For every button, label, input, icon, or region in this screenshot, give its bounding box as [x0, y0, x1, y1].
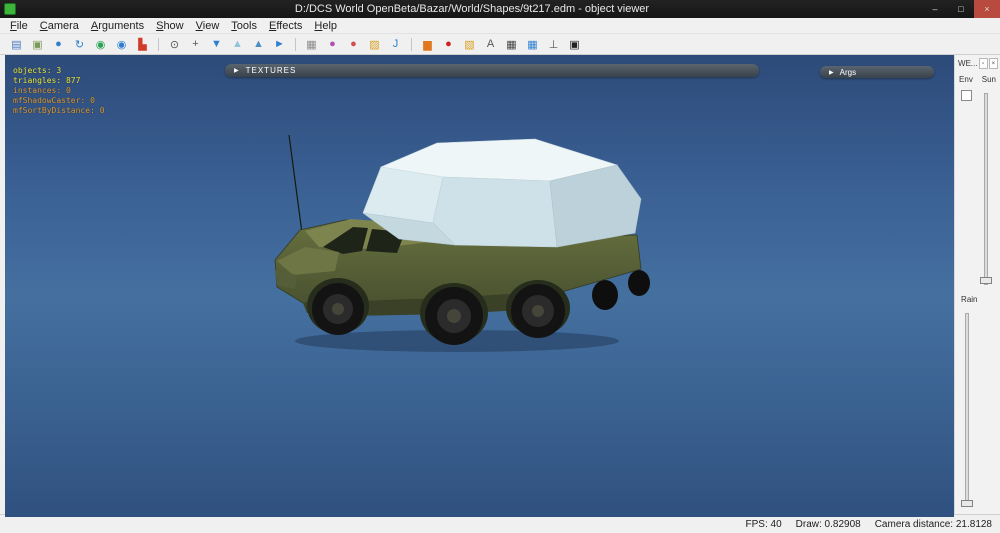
refresh-icon[interactable]: ↻	[70, 36, 89, 53]
menu-arguments[interactable]: Arguments	[85, 20, 150, 32]
stat-shadow-caster: mfShadowCaster: 0	[13, 96, 95, 105]
weather-panel: WE... ▫ × Env Sun Rain	[954, 55, 1000, 514]
folder-icon[interactable]: ▨	[365, 36, 384, 53]
image-icon[interactable]: ▦	[302, 36, 321, 53]
truck-model	[274, 134, 650, 352]
axis-icon[interactable]: ⊥	[544, 36, 563, 53]
locate-icon[interactable]: ⊙	[165, 36, 184, 53]
sun-label: Sun	[981, 75, 996, 84]
textures-panel-header[interactable]: ▶ TEXTURES	[225, 64, 759, 77]
find-text-icon[interactable]: A	[481, 36, 500, 53]
viewport[interactable]: objects: 3 triangles: 877 instances: 0 m…	[5, 55, 955, 517]
main-area: objects: 3 triangles: 877 instances: 0 m…	[0, 55, 1000, 517]
menu-tools[interactable]: Tools	[225, 20, 263, 32]
cone-icon[interactable]: ▲	[228, 36, 247, 53]
object-viewer-window: D:/DCS World OpenBeta/Bazar/World/Shapes…	[0, 0, 1000, 533]
save-icon[interactable]: ▤	[7, 36, 26, 53]
menu-camera[interactable]: Camera	[34, 20, 85, 32]
toolbar-separator	[295, 37, 296, 51]
record-icon[interactable]: ●	[439, 36, 458, 53]
sun-slider-track	[984, 93, 989, 285]
stat-triangles: triangles: 877	[13, 76, 81, 85]
toolbar-separator	[411, 37, 412, 51]
material-ball-icon[interactable]: ●	[323, 36, 342, 53]
sun-slider[interactable]	[979, 91, 993, 287]
toolbar-separator	[158, 37, 159, 51]
spline-icon[interactable]: J	[386, 36, 405, 53]
menu-show[interactable]: Show	[150, 20, 190, 32]
status-draw: Draw: 0.82908	[795, 518, 861, 530]
pdf-icon[interactable]: ▙	[133, 36, 152, 53]
stat-instances: instances: 0	[13, 86, 71, 95]
toolbar: ▤ ▣ ● ↻ ◉ ◉ ▙ ⊙ + ▼ ▲ ▲ ► ▦ ● ● ▨ J ▆ ● …	[0, 34, 1000, 55]
folder-search-icon[interactable]: ▧	[460, 36, 479, 53]
weather-panel-header: WE... ▫ ×	[958, 58, 998, 69]
globe-blue-icon[interactable]: ◉	[112, 36, 131, 53]
grid-blue-icon[interactable]: ▦	[523, 36, 542, 53]
maximize-button[interactable]: □	[948, 0, 974, 18]
weather-panel-dock-icon[interactable]: ▫	[978, 58, 988, 69]
status-camera-distance: Camera distance: 21.8128	[874, 518, 992, 530]
titlebar: D:/DCS World OpenBeta/Bazar/World/Shapes…	[0, 0, 1000, 18]
menu-file[interactable]: File	[4, 20, 34, 32]
args-panel-header[interactable]: ▶ Args	[820, 66, 934, 78]
menu-effects[interactable]: Effects	[263, 20, 308, 32]
args-panel-label: Args	[839, 67, 857, 77]
filter-icon[interactable]: ▼	[207, 36, 226, 53]
weather-panel-close-icon[interactable]: ×	[988, 58, 998, 69]
rain-slider[interactable]	[960, 311, 974, 507]
menu-view[interactable]: View	[190, 20, 226, 32]
textures-panel-label: TEXTURES	[245, 66, 297, 75]
app-icon	[4, 3, 16, 15]
window-title: D:/DCS World OpenBeta/Bazar/World/Shapes…	[294, 3, 650, 15]
spotlight-icon[interactable]: ▲	[249, 36, 268, 53]
env-checkbox[interactable]	[961, 90, 973, 101]
globe-green-icon[interactable]: ◉	[91, 36, 110, 53]
expand-arrow-icon: ▶	[234, 68, 240, 74]
rain-label: Rain	[961, 295, 978, 304]
close-button[interactable]: ×	[974, 0, 1000, 18]
move-icon[interactable]: +	[186, 36, 205, 53]
stat-objects: objects: 3	[13, 66, 62, 75]
window-controls: – □ ×	[922, 0, 1000, 18]
rain-slider-handle[interactable]	[961, 500, 974, 507]
export-scene-icon[interactable]: ▣	[28, 36, 47, 53]
status-fps: FPS: 40	[745, 518, 782, 530]
rain-slider-track	[965, 313, 970, 505]
screenshot-icon[interactable]: ▣	[565, 36, 584, 53]
menu-help[interactable]: Help	[308, 20, 343, 32]
navigate-icon[interactable]: ►	[270, 36, 289, 53]
sun-slider-handle[interactable]	[980, 277, 993, 284]
expand-arrow-icon: ▶	[829, 69, 834, 76]
menu-bar: File Camera Arguments Show View Tools Ef…	[0, 18, 1000, 34]
palette-icon[interactable]: ●	[344, 36, 363, 53]
env-label: Env	[959, 75, 973, 84]
chart-icon[interactable]: ▆	[418, 36, 437, 53]
weather-panel-title: WE...	[958, 59, 978, 68]
render-stats: objects: 3 triangles: 877 instances: 0 m…	[13, 66, 105, 116]
minimize-button[interactable]: –	[922, 0, 948, 18]
weather-panel-labels: Env Sun	[959, 75, 996, 84]
stat-sort-by-distance: mfSortByDistance: 0	[13, 106, 105, 115]
sphere-icon[interactable]: ●	[49, 36, 68, 53]
grid-icon[interactable]: ▦	[502, 36, 521, 53]
